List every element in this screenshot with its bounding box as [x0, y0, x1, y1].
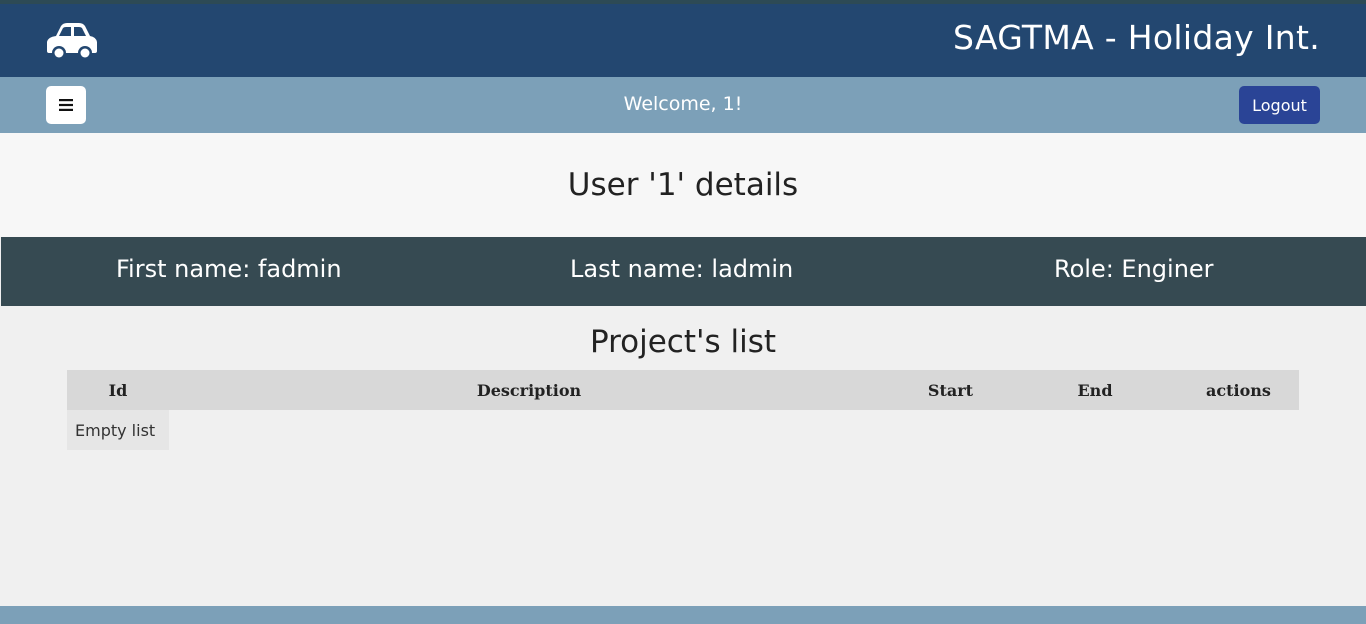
footer-bar [0, 606, 1366, 624]
column-header-description: Description [169, 370, 889, 410]
first-name-field: First name: fadmin [116, 255, 342, 283]
navbar: Welcome, 1! Logout [0, 77, 1366, 133]
column-header-id: Id [67, 370, 169, 410]
column-header-end: End [1012, 370, 1178, 410]
app-title: SAGTMA - Holiday Int. [953, 18, 1320, 57]
empty-list-message: Empty list [67, 410, 169, 450]
app-header: SAGTMA - Holiday Int. [0, 0, 1366, 77]
page-title: User '1' details [567, 167, 799, 203]
last-name-field: Last name: ladmin [570, 255, 794, 283]
projects-table: Id Description Start End actions [67, 370, 1299, 410]
car-icon [47, 23, 97, 60]
projects-title: Project's list [589, 324, 777, 360]
user-heading-section: User '1' details [0, 133, 1366, 237]
column-header-start: Start [889, 370, 1012, 410]
logout-button[interactable]: Logout [1239, 86, 1320, 124]
column-header-actions: actions [1178, 370, 1299, 410]
welcome-message: Welcome, 1! [623, 93, 743, 115]
role-field: Role: Enginer [1054, 255, 1214, 283]
user-info-band: First name: fadmin Last name: ladmin Rol… [1, 237, 1366, 306]
table-header-row: Id Description Start End actions [67, 370, 1299, 410]
